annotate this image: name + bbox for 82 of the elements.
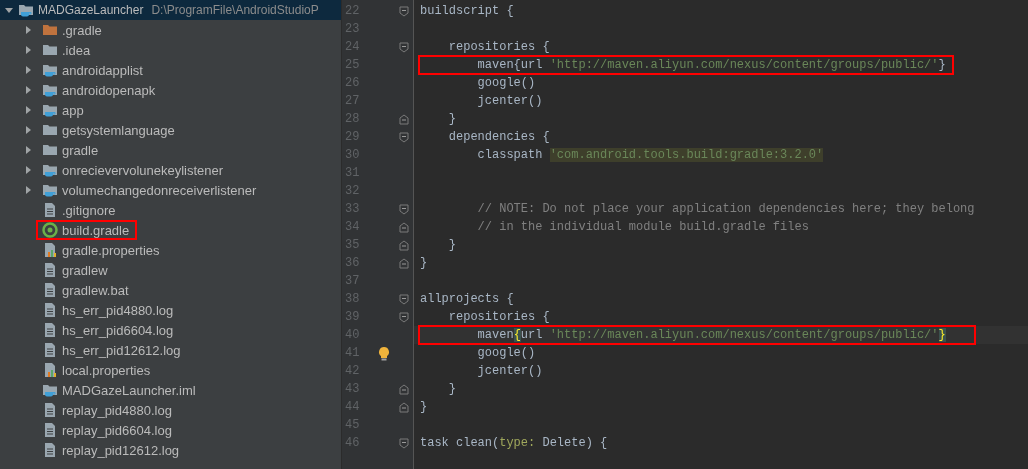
- code-line: // NOTE: Do not place your application dependencies here; they belong: [476, 201, 975, 217]
- file-icon: [42, 442, 58, 458]
- code-line: }: [420, 399, 428, 415]
- code-line: maven{url 'http://maven.aliyun.com/nexus/content/groups/public/'}: [476, 327, 946, 343]
- tree-item[interactable]: .idea: [62, 43, 91, 57]
- code-line: dependencies {: [447, 129, 550, 145]
- module-folder-icon: [42, 62, 58, 78]
- code-line: jcenter(): [476, 363, 543, 379]
- file-icon: [42, 282, 58, 298]
- fold-icon[interactable]: [399, 203, 409, 215]
- folder-icon: [42, 142, 58, 158]
- code-line: repositories {: [447, 309, 550, 325]
- folder-icon: [42, 22, 58, 38]
- tree-item[interactable]: androidopenapk: [62, 83, 156, 97]
- code-line: google(): [476, 75, 536, 91]
- tree-item[interactable]: .gradle: [62, 23, 102, 37]
- tree-item[interactable]: local.properties: [62, 363, 151, 377]
- module-folder-icon: [42, 82, 58, 98]
- file-icon: [42, 402, 58, 418]
- fold-end-icon[interactable]: [399, 257, 409, 269]
- fold-icon[interactable]: [399, 311, 409, 323]
- tree-item[interactable]: gradle.properties: [62, 243, 160, 257]
- fold-end-icon[interactable]: [399, 239, 409, 251]
- fold-end-icon[interactable]: [399, 383, 409, 395]
- module-folder-icon: [42, 182, 58, 198]
- code-line: }: [447, 111, 456, 127]
- gradle-file-icon: [42, 222, 58, 238]
- fold-icon[interactable]: [399, 293, 409, 305]
- project-name[interactable]: MADGazeLauncher: [38, 1, 144, 19]
- tree-item[interactable]: app: [62, 103, 84, 117]
- file-icon: [42, 422, 58, 438]
- tree-item[interactable]: onrecievervolunekeylistener: [62, 163, 224, 177]
- project-path: D:\ProgramFile\AndroidStudioP: [151, 2, 319, 19]
- folder-icon: [42, 42, 58, 58]
- tree-item[interactable]: gradle: [62, 143, 99, 157]
- tree-item[interactable]: hs_err_pid6604.log: [62, 323, 174, 337]
- fold-icon[interactable]: [399, 131, 409, 143]
- tree-item[interactable]: MADGazeLauncher.iml: [62, 383, 196, 397]
- file-icon: [42, 202, 58, 218]
- tree-item[interactable]: hs_err_pid4880.log: [62, 303, 174, 317]
- code-line: google(): [476, 345, 536, 361]
- module-folder-icon: [42, 102, 58, 118]
- tree-item[interactable]: gradlew.bat: [62, 283, 129, 297]
- file-icon: [42, 342, 58, 358]
- tree-item[interactable]: gradlew: [62, 263, 108, 277]
- tree-item[interactable]: volumechangedonreceiverlistener: [62, 183, 257, 197]
- fold-end-icon[interactable]: [399, 401, 409, 413]
- fold-end-icon[interactable]: [399, 221, 409, 233]
- tree-item[interactable]: .gitignore: [62, 203, 116, 217]
- code-line: }: [447, 381, 456, 397]
- tree-item[interactable]: replay_pid12612.log: [62, 443, 180, 457]
- module-folder-icon: [42, 162, 58, 178]
- fold-icon[interactable]: [399, 41, 409, 53]
- code-line: jcenter(): [476, 93, 543, 109]
- code-line: // in the individual module build.gradle files: [476, 219, 809, 235]
- code-line: }: [447, 237, 456, 253]
- tree-item[interactable]: androidapplist: [62, 63, 143, 77]
- file-icon: [42, 322, 58, 338]
- tree-item[interactable]: build.gradle: [62, 223, 130, 237]
- code-line: classpath 'com.android.tools.build:gradle:3.2.0': [476, 147, 824, 163]
- tree-item[interactable]: replay_pid4880.log: [62, 403, 172, 417]
- code-line: maven{url 'http://maven.aliyun.com/nexus/content/groups/public/'}: [476, 57, 946, 73]
- code-line: allprojects {: [420, 291, 514, 307]
- expanded-arrow-icon[interactable]: [4, 5, 14, 15]
- code-line: }: [420, 255, 428, 271]
- fold-end-icon[interactable]: [399, 113, 409, 125]
- code-line: task clean(type: Delete) {: [420, 435, 608, 451]
- tree-item[interactable]: hs_err_pid12612.log: [62, 343, 181, 357]
- tree-item[interactable]: getsystemlanguage: [62, 123, 175, 137]
- code-line: buildscript {: [420, 3, 514, 19]
- fold-icon[interactable]: [399, 5, 409, 17]
- properties-file-icon: [42, 362, 58, 378]
- fold-icon[interactable]: [399, 437, 409, 449]
- module-file-icon: [42, 382, 58, 398]
- file-icon: [42, 262, 58, 278]
- lightbulb-icon[interactable]: [377, 345, 391, 361]
- code-line: repositories {: [447, 39, 550, 55]
- properties-file-icon: [42, 242, 58, 258]
- tree-item[interactable]: replay_pid6604.log: [62, 423, 172, 437]
- module-folder-icon: [18, 2, 34, 18]
- folder-icon: [42, 122, 58, 138]
- file-icon: [42, 302, 58, 318]
